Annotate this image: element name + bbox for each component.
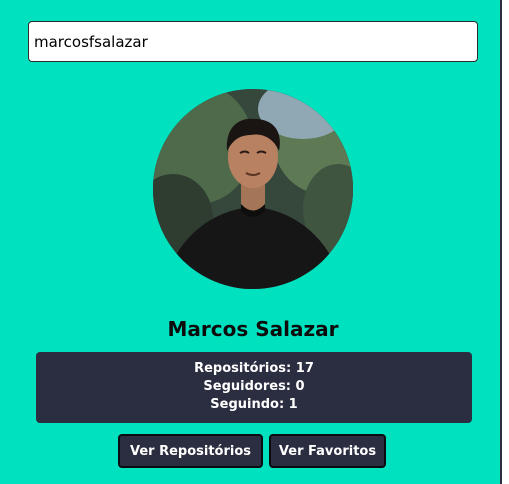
- view-favorites-button[interactable]: Ver Favoritos: [269, 434, 386, 468]
- followers-count: Seguidores: 0: [203, 379, 305, 394]
- profile-name: Marcos Salazar: [167, 317, 339, 341]
- profile-app: Marcos Salazar Repositórios: 17 Seguidor…: [0, 0, 502, 484]
- username-search-input[interactable]: [28, 21, 478, 62]
- repositories-count: Repositórios: 17: [194, 361, 314, 376]
- following-count: Seguindo: 1: [210, 397, 298, 412]
- profile-stats-panel: Repositórios: 17 Seguidores: 0 Seguindo:…: [36, 352, 472, 423]
- view-repositories-button[interactable]: Ver Repositórios: [118, 434, 263, 468]
- avatar-photo-icon: [153, 89, 353, 289]
- user-avatar: [153, 89, 353, 289]
